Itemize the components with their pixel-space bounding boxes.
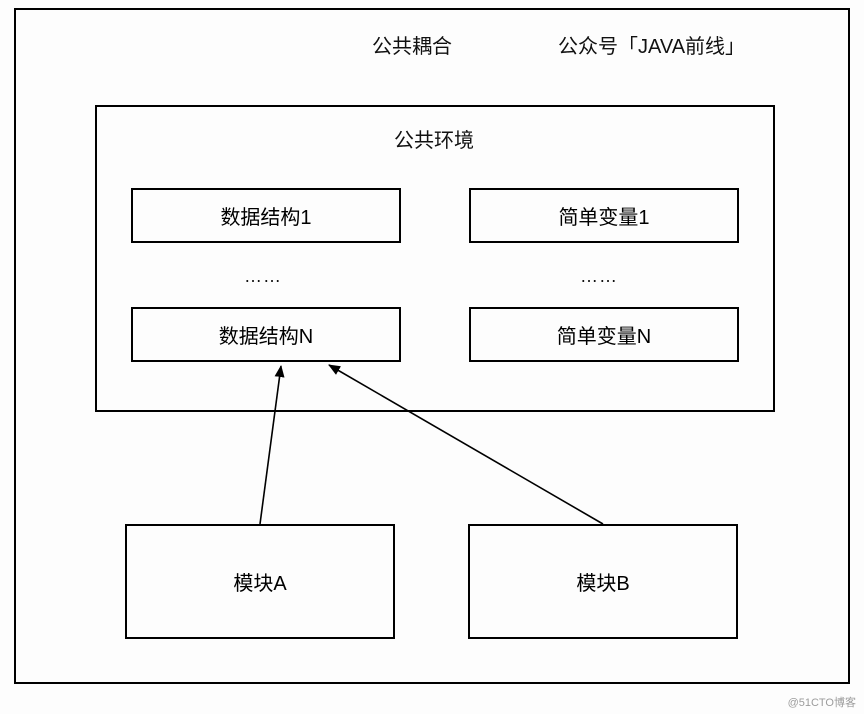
- simple-variable-n-label: 简单变量N: [557, 320, 651, 349]
- module-b-label: 模块B: [576, 567, 629, 596]
- ellipsis-left: ……: [244, 266, 282, 287]
- data-structure-1-node: 数据结构1: [131, 188, 401, 243]
- public-environment-title: 公共环境: [394, 124, 474, 153]
- simple-variable-n-node: 简单变量N: [469, 307, 739, 362]
- module-b-node: 模块B: [468, 524, 738, 639]
- diagram-canvas: 公共耦合 公众号「JAVA前线」 公共环境 数据结构1 …… 数据结构N 简单变…: [0, 0, 864, 714]
- watermark: @51CTO博客: [788, 694, 856, 710]
- diagram-author: 公众号「JAVA前线」: [558, 30, 745, 59]
- module-a-label: 模块A: [233, 567, 286, 596]
- module-a-node: 模块A: [125, 524, 395, 639]
- simple-variable-1-label: 简单变量1: [558, 201, 649, 230]
- ellipsis-right: ……: [580, 266, 618, 287]
- diagram-title: 公共耦合: [372, 30, 452, 59]
- data-structure-n-label: 数据结构N: [219, 320, 313, 349]
- simple-variable-1-node: 简单变量1: [469, 188, 739, 243]
- data-structure-n-node: 数据结构N: [131, 307, 401, 362]
- data-structure-1-label: 数据结构1: [220, 201, 311, 230]
